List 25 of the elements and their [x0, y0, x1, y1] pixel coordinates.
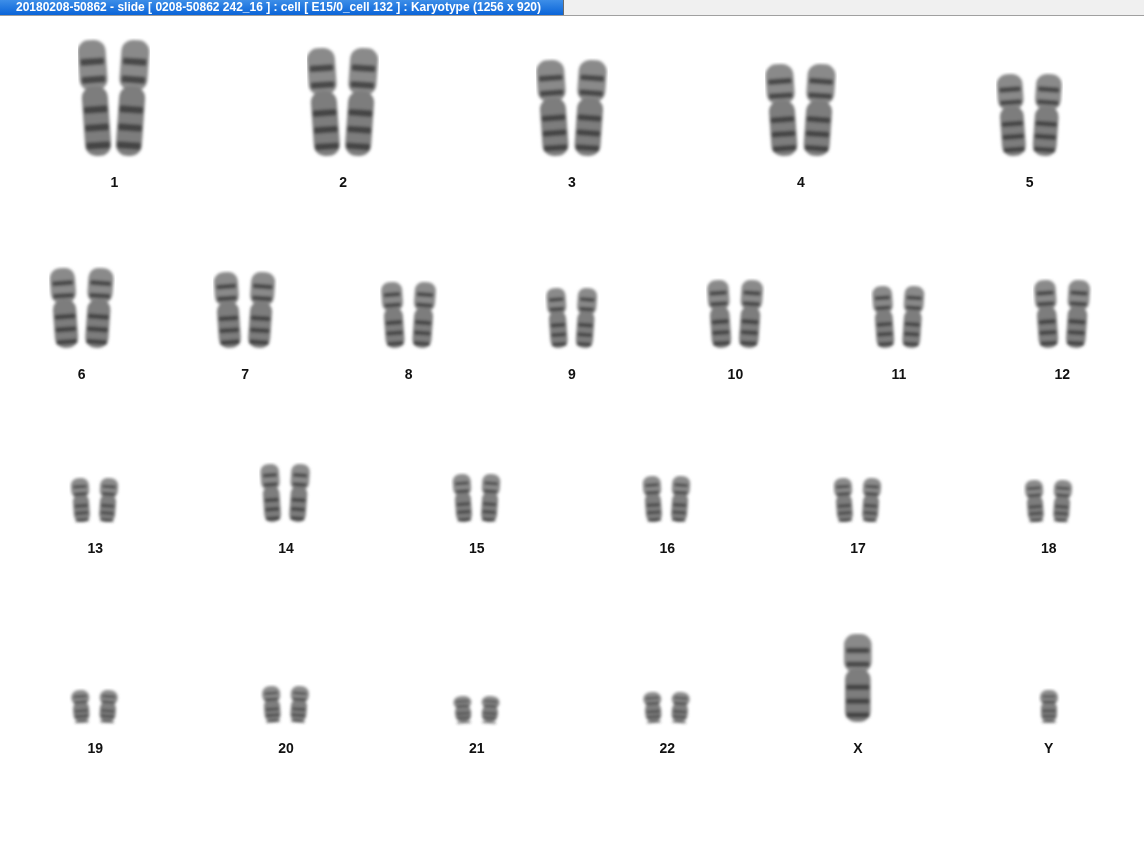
- chromosome-label: 1: [110, 174, 119, 190]
- chromosome-label: 7: [241, 366, 250, 382]
- chromosome-label: 14: [278, 540, 294, 556]
- chromosome-label: 20: [278, 740, 294, 756]
- chromosome-label: 12: [1054, 366, 1071, 382]
- chromosome-label: Y: [1044, 740, 1054, 756]
- chromosome-label: X: [853, 740, 863, 756]
- chromosome-label: 5: [1025, 174, 1034, 190]
- chromosome-label: 2: [339, 174, 348, 190]
- chromosome-label: 19: [87, 740, 104, 756]
- chromosome-label: 13: [87, 540, 104, 556]
- chromosome-label: 8: [404, 366, 413, 382]
- chromosome-label: 18: [1040, 540, 1057, 556]
- chromosome-label: 16: [659, 540, 676, 556]
- chromosome-label: 21: [468, 740, 485, 756]
- chromosome-label: 4: [796, 174, 805, 190]
- chromosome-label: 15: [468, 540, 485, 556]
- chromosome-label: 11: [891, 366, 907, 382]
- chromosome-label: 6: [77, 366, 86, 382]
- chromosome-label: 9: [568, 366, 576, 382]
- chromosome-label: 3: [568, 174, 576, 190]
- chromosome-label: 17: [850, 540, 866, 556]
- chromosome-label: 10: [727, 366, 744, 382]
- chromosome-label: 22: [659, 740, 676, 756]
- window-title: 20180208-50862 - slide [ 0208-50862 242_16 ] : cell [ E15/0_cell 132 ] : Karyotype (1256 x 920): [0, 0, 564, 15]
